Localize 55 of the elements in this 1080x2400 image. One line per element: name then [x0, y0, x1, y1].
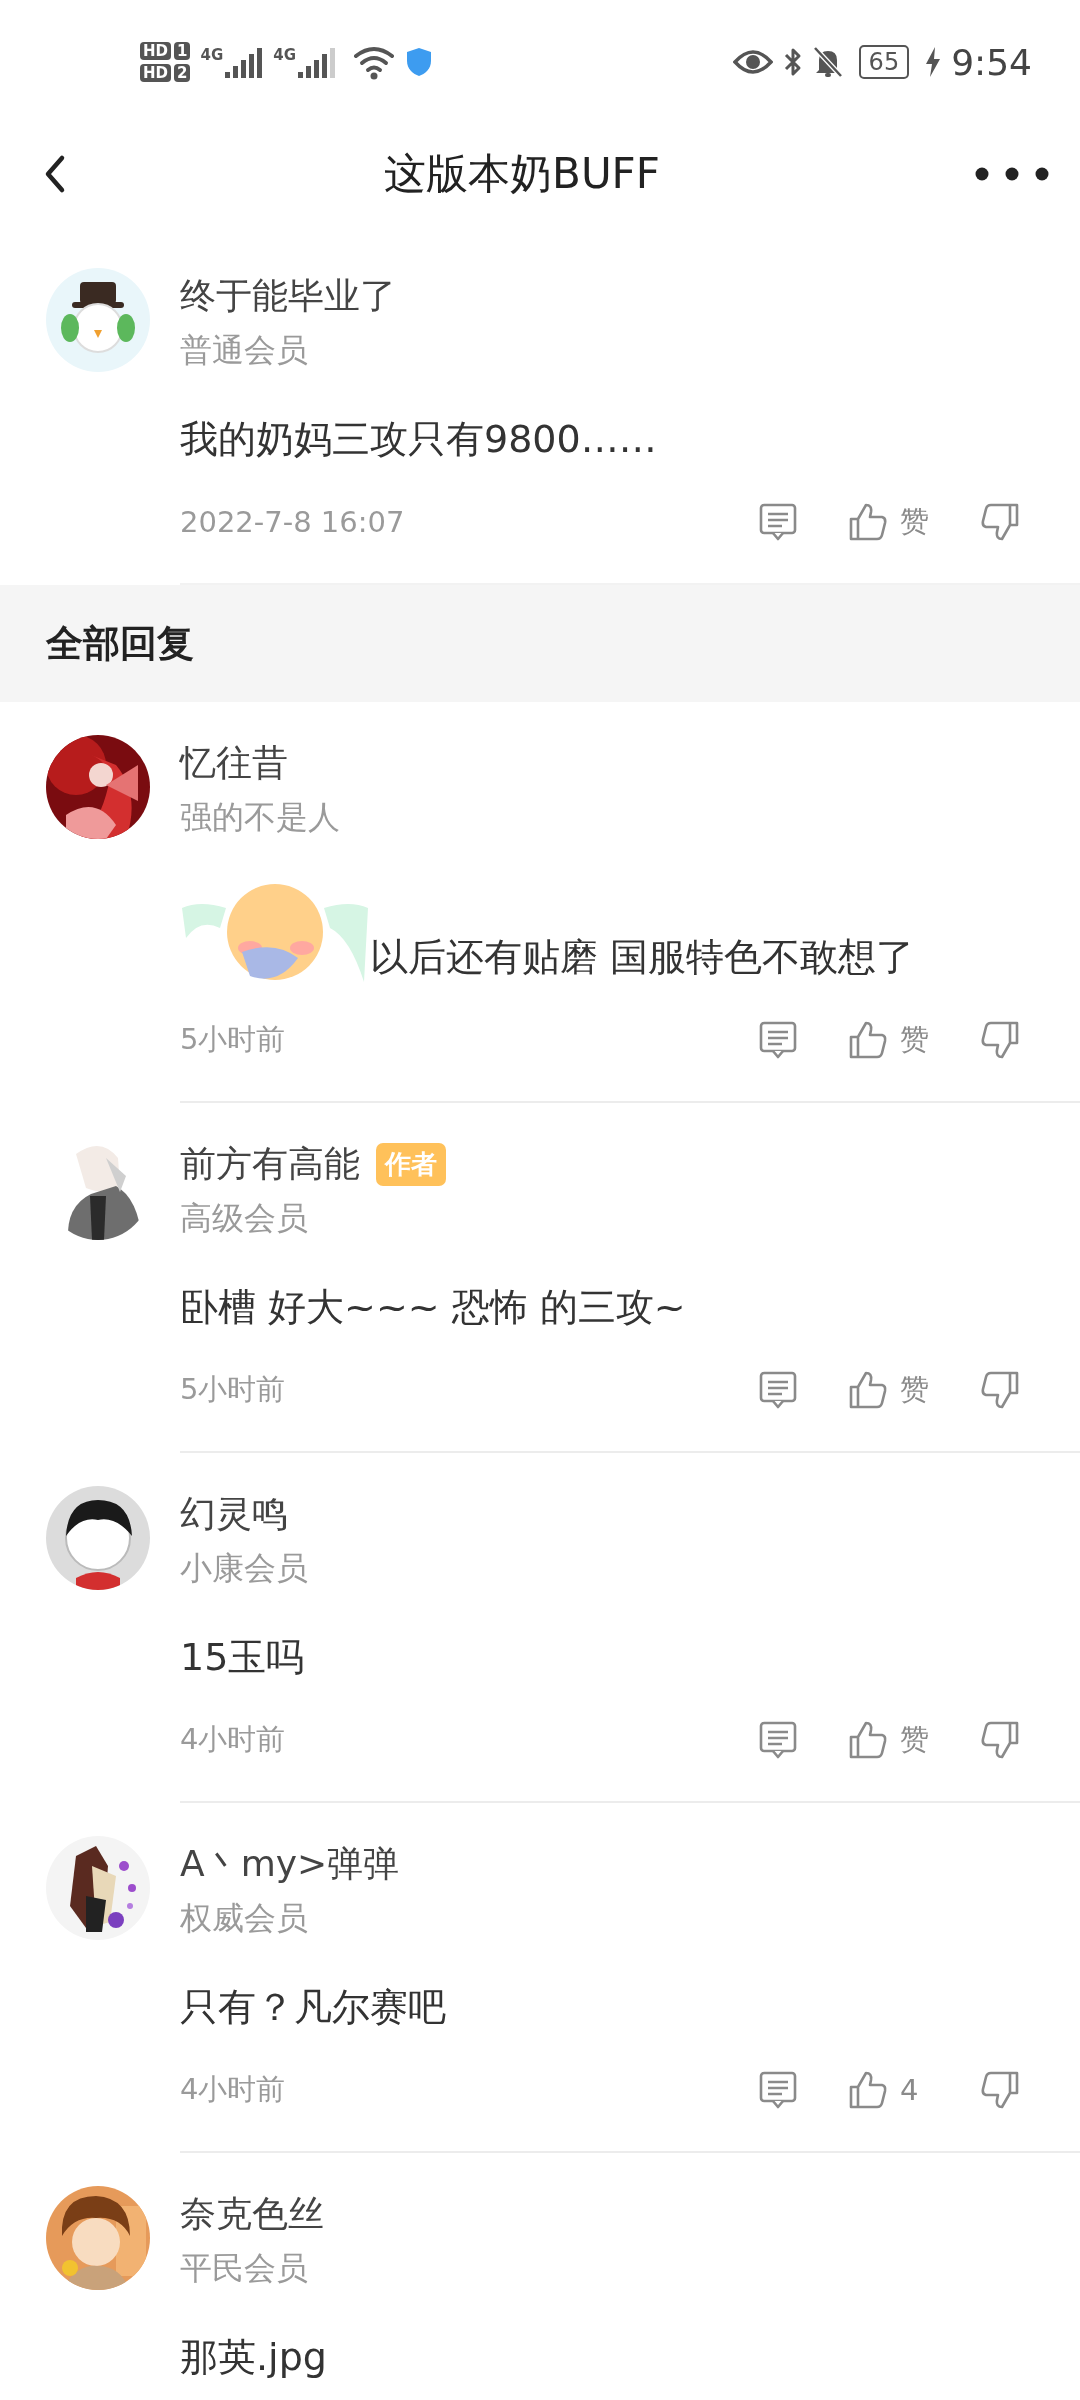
comment-text: 那英.jpg [180, 2334, 327, 2381]
comment-icon[interactable] [758, 502, 798, 542]
user-name[interactable]: 前方有高能 [180, 1139, 360, 1189]
thumbs-down-icon[interactable] [980, 2070, 1020, 2110]
section-heading: 全部回复 [0, 585, 1080, 702]
battery-icon: 65 [858, 45, 910, 79]
user-name[interactable]: 忆往昔 [180, 738, 288, 788]
eye-icon [732, 48, 773, 76]
thumbs-down-icon[interactable] [980, 1020, 1020, 1060]
clock: 9:54 [951, 41, 1032, 83]
user-name[interactable]: 终于能毕业了 [180, 271, 396, 321]
user-name[interactable]: 幻灵鸣 [180, 1489, 288, 1539]
member-level: 高级会员 [180, 1198, 309, 1239]
member-level: 平民会员 [180, 2248, 309, 2289]
thumbs-up-icon[interactable] [848, 2070, 888, 2110]
thumbs-down-icon[interactable] [980, 1370, 1020, 1410]
timestamp: 5小时前 [180, 1371, 286, 1408]
timestamp: 5小时前 [180, 1021, 286, 1058]
thumbs-up-icon[interactable] [848, 1720, 888, 1760]
comment-icon[interactable] [758, 2070, 798, 2110]
page-title: 这版本奶BUFF [384, 148, 660, 200]
bluetooth-icon [782, 46, 803, 78]
member-level: 权威会员 [180, 1898, 309, 1939]
timestamp: 4小时前 [180, 1721, 286, 1758]
shield-icon [405, 47, 432, 77]
comment-text: 只有？凡尔赛吧 [180, 1984, 446, 2031]
network-type: 4G [200, 46, 224, 64]
comment-text: 我的奶妈三攻只有9800…… [180, 416, 657, 463]
user-name[interactable]: 奈克色丝 [180, 2189, 324, 2239]
thumbs-up-icon[interactable] [848, 1370, 888, 1410]
comment-icon[interactable] [758, 1370, 798, 1410]
member-level: 强的不是人 [180, 797, 341, 838]
timestamp: 4小时前 [180, 2071, 286, 2108]
sim-indicator: HD 2 [140, 64, 191, 82]
thumbs-up-icon[interactable] [848, 1020, 888, 1060]
comment-icon[interactable] [758, 1720, 798, 1760]
user-name[interactable]: A丶my>弹弹 [180, 1839, 400, 1889]
sim-indicator: HD 1 [140, 42, 191, 60]
network-type: 4G [273, 46, 296, 64]
thumbs-down-icon[interactable] [980, 502, 1020, 542]
signal-icon [297, 46, 336, 78]
thumbs-down-icon[interactable] [980, 1720, 1020, 1760]
more-icon[interactable] [974, 166, 1050, 182]
comment-text: 以后还有贴磨 国服特色不敢想了 [370, 934, 915, 981]
signal-icon [225, 46, 264, 78]
wifi-icon [351, 44, 396, 80]
comment-text: 15玉吗 [180, 1634, 305, 1681]
author-badge: 作者 [376, 1142, 446, 1186]
comment-icon[interactable] [758, 1020, 798, 1060]
member-level: 小康会员 [180, 1548, 309, 1589]
muted-bell-icon [812, 46, 843, 78]
member-level: 普通会员 [180, 330, 309, 371]
timestamp: 2022-7-8 16:07 [180, 505, 405, 539]
thumbs-up-icon[interactable] [848, 502, 888, 542]
comment-text: 卧槽 好大~~~ 恐怖 的三攻~ [180, 1284, 686, 1331]
